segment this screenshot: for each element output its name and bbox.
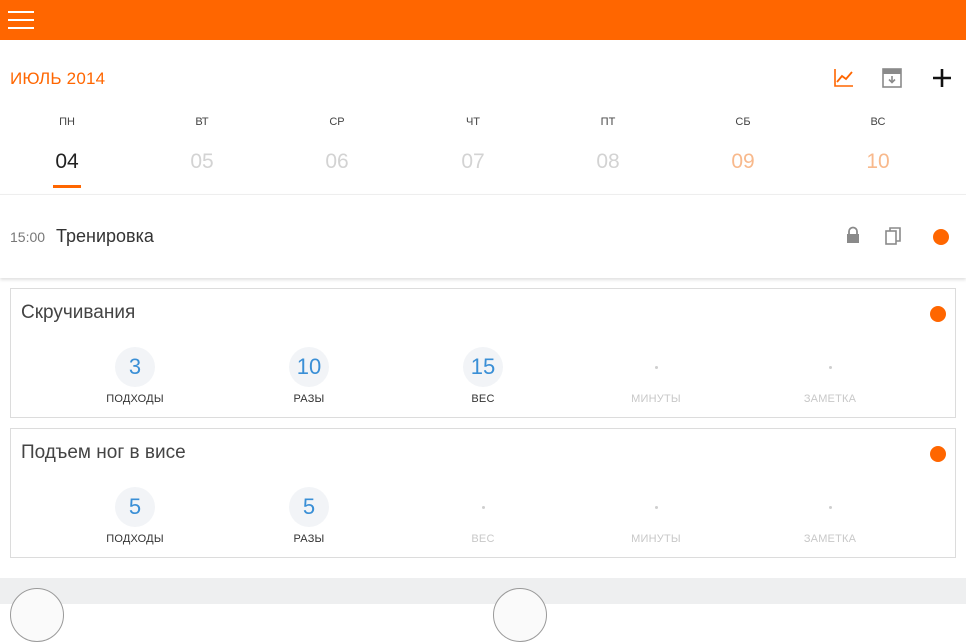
stat-note-value[interactable] bbox=[810, 347, 850, 387]
plus-icon[interactable] bbox=[930, 66, 954, 90]
weekday-thu: ЧТ bbox=[465, 116, 481, 128]
hamburger-menu-icon[interactable] bbox=[8, 10, 34, 30]
stat-reps-label: РАЗЫ bbox=[293, 533, 325, 545]
exercise-status-dot bbox=[930, 446, 946, 462]
stat-minutes-value[interactable] bbox=[636, 347, 676, 387]
workout-title: Тренировка bbox=[56, 226, 154, 246]
workout-status-dot bbox=[933, 229, 949, 245]
stat-reps-value[interactable]: 10 bbox=[289, 347, 329, 387]
stat-note-value[interactable] bbox=[810, 487, 850, 527]
weekday-sun: ВС bbox=[870, 116, 886, 128]
workout-time: 15:00 bbox=[10, 229, 46, 245]
weekday-names: ПН ВТ СР ЧТ ПТ СБ ВС bbox=[0, 116, 966, 130]
day-09[interactable]: 09 bbox=[693, 150, 793, 174]
app-header bbox=[0, 0, 966, 40]
weekday-tue: ВТ bbox=[195, 116, 209, 128]
copy-icon[interactable] bbox=[884, 226, 902, 246]
stat-weight-label: ВЕС bbox=[471, 533, 495, 545]
stat-note[interactable]: ЗАМЕТКА bbox=[770, 487, 890, 545]
stat-sets[interactable]: 3 ПОДХОДЫ bbox=[75, 347, 195, 405]
weekday-sat: СБ bbox=[735, 116, 751, 128]
stat-sets-label: ПОДХОДЫ bbox=[106, 393, 164, 405]
day-numbers: 04 05 06 07 08 09 10 bbox=[0, 150, 966, 190]
stat-sets-value[interactable]: 5 bbox=[115, 487, 155, 527]
lock-icon[interactable] bbox=[844, 226, 862, 246]
day-08[interactable]: 08 bbox=[558, 150, 658, 174]
day-04[interactable]: 04 bbox=[17, 150, 117, 174]
stat-weight-label: ВЕС bbox=[471, 393, 495, 405]
stat-minutes[interactable]: МИНУТЫ bbox=[596, 347, 716, 405]
exercise-title: Скручивания bbox=[21, 302, 136, 323]
weekday-mon: ПН bbox=[59, 116, 75, 128]
stat-reps-value[interactable]: 5 bbox=[289, 487, 329, 527]
stat-minutes-value[interactable] bbox=[636, 487, 676, 527]
archive-box-icon[interactable] bbox=[880, 66, 904, 90]
stat-sets-value[interactable]: 3 bbox=[115, 347, 155, 387]
selected-day-indicator bbox=[53, 185, 81, 188]
stat-weight-value[interactable]: 15 bbox=[463, 347, 503, 387]
day-05[interactable]: 05 bbox=[152, 150, 252, 174]
line-chart-icon[interactable] bbox=[832, 66, 856, 90]
day-06[interactable]: 06 bbox=[287, 150, 387, 174]
round-action-button[interactable] bbox=[10, 588, 64, 642]
stat-weight-value[interactable] bbox=[463, 487, 503, 527]
stat-reps[interactable]: 10 РАЗЫ bbox=[249, 347, 369, 405]
round-action-button[interactable] bbox=[493, 588, 547, 642]
stat-weight[interactable]: 15 ВЕС bbox=[423, 347, 543, 405]
exercise-status-dot bbox=[930, 306, 946, 322]
stat-minutes-label: МИНУТЫ bbox=[631, 533, 681, 545]
day-07[interactable]: 07 bbox=[423, 150, 523, 174]
stat-minutes[interactable]: МИНУТЫ bbox=[596, 487, 716, 545]
week-calendar: ИЮЛЬ 2014 ПН ВТ СР ЧТ ПТ СБ ВС 04 05 06 bbox=[0, 40, 966, 194]
exercise-title: Подъем ног в висе bbox=[21, 442, 186, 463]
exercise-card[interactable]: Скручивания 3 ПОДХОДЫ 10 РАЗЫ 15 ВЕС МИН… bbox=[10, 288, 956, 418]
bottom-bar bbox=[0, 578, 966, 642]
stat-weight[interactable]: ВЕС bbox=[423, 487, 543, 545]
stat-reps-label: РАЗЫ bbox=[293, 393, 325, 405]
workout-row[interactable]: 15:00 Тренировка bbox=[0, 194, 966, 278]
stat-sets-label: ПОДХОДЫ bbox=[106, 533, 164, 545]
day-10[interactable]: 10 bbox=[828, 150, 928, 174]
month-title: ИЮЛЬ 2014 bbox=[10, 69, 106, 88]
exercise-card[interactable]: Подъем ног в висе 5 ПОДХОДЫ 5 РАЗЫ ВЕС М… bbox=[10, 428, 956, 558]
stat-reps[interactable]: 5 РАЗЫ bbox=[249, 487, 369, 545]
weekday-wed: СР bbox=[329, 116, 345, 128]
stat-note-label: ЗАМЕТКА bbox=[803, 533, 857, 545]
stat-note-label: ЗАМЕТКА bbox=[803, 393, 857, 405]
weekday-fri: ПТ bbox=[600, 116, 616, 128]
stat-note[interactable]: ЗАМЕТКА bbox=[770, 347, 890, 405]
stat-sets[interactable]: 5 ПОДХОДЫ bbox=[75, 487, 195, 545]
stat-minutes-label: МИНУТЫ bbox=[631, 393, 681, 405]
